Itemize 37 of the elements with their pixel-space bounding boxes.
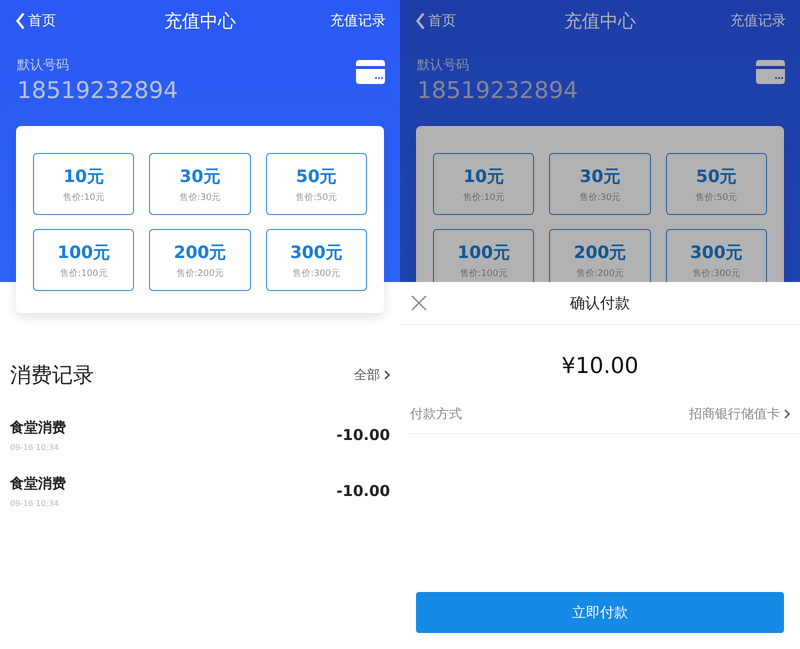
view-all-link[interactable]: 全部 — [354, 366, 390, 384]
card-icon[interactable] — [756, 60, 785, 84]
record-amount: -10.00 — [336, 482, 390, 500]
account-label: 默认号码 — [417, 57, 470, 74]
package-option[interactable]: 200元 售价:200元 — [149, 229, 251, 291]
recharge-history-link[interactable]: 充值记录 — [730, 12, 786, 30]
section-title: 消费记录 — [10, 362, 94, 389]
payment-method-value[interactable]: 招商银行储值卡 — [689, 405, 790, 423]
package-option[interactable]: 50元 售价:50元 — [666, 153, 767, 215]
payment-method-label: 付款方式 — [410, 406, 462, 423]
pay-now-button[interactable]: 立即付款 — [416, 592, 784, 633]
record-time: 09-16 10:34 — [10, 498, 60, 508]
card-icon[interactable] — [356, 60, 385, 84]
back-link[interactable]: 首页 — [16, 12, 56, 30]
payment-amount: ¥10.00 — [560, 354, 640, 379]
close-icon[interactable] — [410, 294, 428, 312]
chevron-right-icon — [784, 409, 790, 419]
package-option[interactable]: 50元 售价:50元 — [266, 153, 367, 215]
chevron-right-icon — [384, 370, 390, 380]
package-option[interactable]: 30元 售价:30元 — [549, 153, 651, 215]
package-option[interactable]: 300元 售价:300元 — [266, 229, 367, 291]
record-name: 食堂消费 — [10, 474, 66, 492]
phone-number: 18519232894 — [17, 78, 178, 104]
record-name: 食堂消费 — [10, 418, 66, 436]
package-option[interactable]: 30元 售价:30元 — [149, 153, 251, 215]
account-label: 默认号码 — [17, 57, 70, 74]
package-option[interactable]: 10元 售价:10元 — [433, 153, 534, 215]
page-title: 充值中心 — [564, 10, 636, 33]
recharge-history-link[interactable]: 充值记录 — [330, 12, 386, 30]
page-title: 充值中心 — [164, 10, 236, 33]
record-amount: -10.00 — [336, 426, 390, 444]
package-option[interactable]: 100元 售价:100元 — [33, 229, 134, 291]
sheet-title: 确认付款 — [570, 294, 630, 312]
back-link[interactable]: 首页 — [416, 12, 456, 30]
record-time: 09-16 10:34 — [10, 442, 60, 452]
package-option[interactable]: 10元 售价:10元 — [33, 153, 134, 215]
phone-number: 18519232894 — [417, 78, 578, 104]
